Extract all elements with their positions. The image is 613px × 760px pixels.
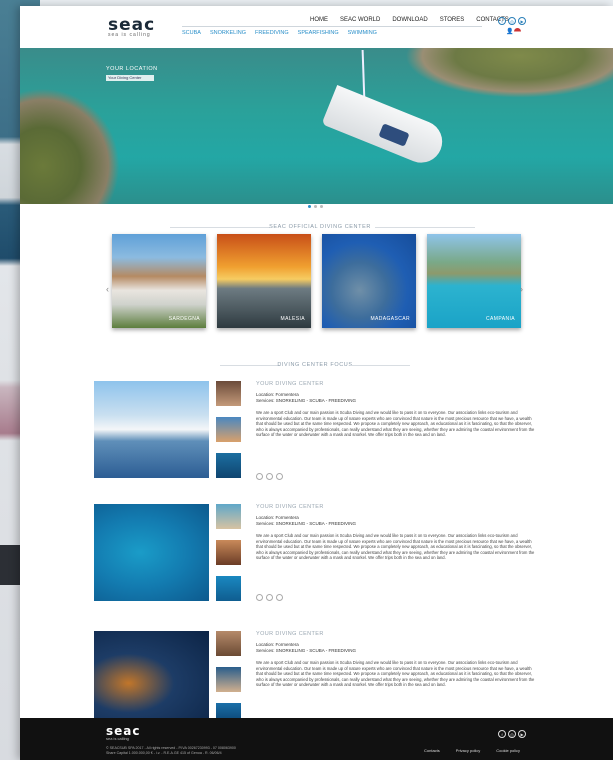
main-nav: HOME SEAC WORLD DOWNLOAD STORES CONTACTS	[310, 17, 509, 23]
instagram-icon[interactable]: ◎	[508, 17, 516, 25]
subnav-freediving[interactable]: FREEDIVING	[255, 30, 289, 36]
focus-main-image[interactable]	[94, 631, 209, 718]
carousel-dot[interactable]	[308, 205, 311, 208]
focus-services: Services: SNORKELING - SCUBA - FREEDIVIN…	[256, 521, 357, 526]
address-text: Share Capital 1.000.000,00 € - i.v. - R.…	[106, 751, 222, 755]
card-label: MALESIA	[280, 316, 305, 322]
focus-heading: YOUR DIVING CENTER	[256, 631, 324, 637]
subnav-spearfishing[interactable]: SPEARFISHING	[298, 30, 339, 36]
focus-text: YOUR DIVING CENTER Location: Formentera …	[256, 504, 536, 561]
focus-heading: YOUR DIVING CENTER	[256, 504, 324, 510]
instagram-icon[interactable]: ◎	[508, 730, 516, 738]
facebook-icon[interactable]: f	[498, 730, 506, 738]
hero-banner: YOUR LOCATION Your Diving Center	[20, 48, 613, 204]
hero-cliff-left	[20, 88, 120, 204]
focus-services: Services: SNORKELING - SCUBA - FREEDIVIN…	[256, 398, 357, 403]
focus-heading: YOUR DIVING CENTER	[256, 381, 324, 387]
official-cards: SARDEGNA MALESIA MADAGASCAR CAMPANIA	[112, 234, 521, 328]
nav-seac-world[interactable]: SEAC WORLD	[340, 17, 380, 23]
card-label: CAMPANIA	[486, 316, 515, 322]
logo-tagline: sea is calling	[108, 32, 151, 38]
subnav-swimming[interactable]: SWIMMING	[348, 30, 377, 36]
card-madagascar[interactable]: MADAGASCAR	[322, 234, 416, 328]
site-header: seac sea is calling HOME SEAC WORLD DOWN…	[20, 6, 613, 48]
subnav-snorkeling[interactable]: SNORKELING	[210, 30, 246, 36]
focus-main-image[interactable]	[94, 504, 209, 601]
focus-title: DIVING CENTER FOCUS	[277, 362, 353, 368]
facebook-icon[interactable]	[256, 594, 263, 601]
sub-nav: SCUBA SNORKELING FREEDIVING SPEARFISHING…	[182, 30, 377, 36]
nav-stores[interactable]: STORES	[440, 17, 465, 23]
subnav-scuba[interactable]: SCUBA	[182, 30, 201, 36]
carousel-prev-icon[interactable]: ‹	[106, 284, 109, 294]
focus-thumb[interactable]	[216, 667, 241, 692]
section-line	[220, 365, 280, 366]
card-label: SARDEGNA	[168, 316, 200, 322]
website-page: seac sea is calling HOME SEAC WORLD DOWN…	[20, 6, 613, 760]
language-flag-icon[interactable]	[514, 28, 521, 35]
focus-thumb[interactable]	[216, 381, 241, 406]
location-label: YOUR LOCATION	[106, 66, 158, 72]
focus-share	[256, 473, 283, 480]
focus-thumb[interactable]	[216, 703, 241, 718]
carousel-dots	[308, 205, 323, 208]
focus-main-image[interactable]	[94, 381, 209, 478]
nav-home[interactable]: HOME	[310, 17, 328, 23]
footer-copyright: © SEACSUB SPA 2017 - All rights reserved…	[106, 746, 236, 756]
focus-thumb[interactable]	[216, 631, 241, 656]
nav-download[interactable]: DOWNLOAD	[392, 17, 427, 23]
facebook-icon[interactable]	[256, 473, 263, 480]
official-title: SEAC OFFICIAL DIVING CENTER	[269, 224, 371, 230]
footer-social: f ◎ ▶	[498, 730, 526, 738]
footer-links: Contacts Privacy policy Cookie policy	[424, 748, 520, 753]
email-icon[interactable]	[276, 594, 283, 601]
hero-cliff-right	[405, 48, 613, 98]
facebook-icon[interactable]: f	[498, 17, 506, 25]
footer-link-contacts[interactable]: Contacts	[424, 748, 440, 753]
site-footer: seac sea is calling © SEACSUB SPA 2017 -…	[20, 718, 613, 760]
card-sardegna[interactable]: SARDEGNA	[112, 234, 206, 328]
focus-services: Services: SNORKELING - SCUBA - FREEDIVIN…	[256, 648, 357, 653]
carousel-dot[interactable]	[314, 205, 317, 208]
focus-text: YOUR DIVING CENTER Location: Formentera …	[256, 381, 536, 438]
focus-body: We are a sport Club and our main passion…	[256, 533, 535, 561]
twitter-icon[interactable]	[266, 473, 273, 480]
section-line	[350, 365, 410, 366]
location-field[interactable]: Your Diving Center	[106, 75, 154, 81]
focus-thumb[interactable]	[216, 504, 241, 529]
footer-tagline: sea is calling	[106, 736, 129, 741]
focus-text: YOUR DIVING CENTER Location: Formentera …	[256, 631, 536, 688]
card-campania[interactable]: CAMPANIA	[427, 234, 521, 328]
card-malesia[interactable]: MALESIA	[217, 234, 311, 328]
focus-thumb[interactable]	[216, 417, 241, 442]
youtube-icon[interactable]: ▶	[518, 730, 526, 738]
focus-thumb[interactable]	[216, 540, 241, 565]
youtube-icon[interactable]: ▶	[518, 17, 526, 25]
focus-thumb[interactable]	[216, 576, 241, 601]
nav-divider	[182, 26, 482, 27]
seac-logo[interactable]: seac	[108, 17, 155, 34]
section-line	[375, 227, 475, 228]
location-selector[interactable]: YOUR LOCATION Your Diving Center	[106, 66, 158, 81]
footer-link-privacy[interactable]: Privacy policy	[456, 748, 480, 753]
carousel-next-icon[interactable]: ›	[520, 284, 523, 294]
focus-body: We are a sport Club and our main passion…	[256, 410, 535, 438]
header-social: f ◎ ▶	[498, 17, 526, 25]
user-icon[interactable]: 👤	[506, 28, 513, 35]
email-icon[interactable]	[276, 473, 283, 480]
focus-thumb[interactable]	[216, 453, 241, 478]
carousel-dot[interactable]	[320, 205, 323, 208]
section-line	[170, 227, 270, 228]
twitter-icon[interactable]	[266, 594, 273, 601]
footer-link-cookie[interactable]: Cookie policy	[496, 748, 520, 753]
card-label: MADAGASCAR	[370, 316, 410, 322]
focus-share	[256, 594, 283, 601]
focus-body: We are a sport Club and our main passion…	[256, 660, 535, 688]
